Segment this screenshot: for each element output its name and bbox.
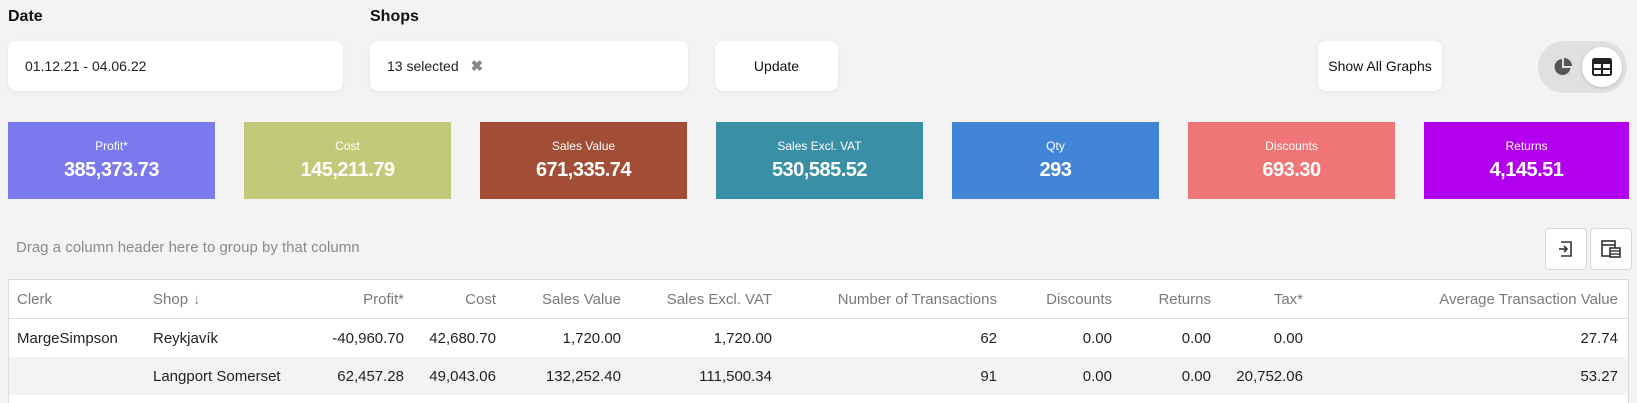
column-header-label: Returns bbox=[1158, 290, 1211, 308]
kpi-title: Qty bbox=[1046, 139, 1065, 153]
column-header-label: Number of Transactions bbox=[837, 290, 997, 308]
date-range-value: 01.12.21 - 04.06.22 bbox=[25, 58, 147, 74]
column-header-label: Average Transaction Value bbox=[1439, 290, 1618, 308]
kpi-discounts[interactable]: Discounts 693.30 bbox=[1188, 122, 1395, 199]
column-header-cost[interactable]: Cost bbox=[465, 280, 496, 318]
column-header-profit[interactable]: Profit* bbox=[363, 280, 404, 318]
kpi-title: Returns bbox=[1505, 139, 1548, 153]
cell-number-of-transactions: 62 bbox=[980, 329, 997, 347]
clear-shops-icon[interactable]: ✖ bbox=[471, 57, 484, 75]
kpi-title: Discounts bbox=[1265, 139, 1318, 153]
shops-label: Shops bbox=[370, 8, 419, 25]
column-header-label: Discounts bbox=[1046, 290, 1112, 308]
export-button[interactable] bbox=[1545, 228, 1587, 270]
column-header-label: Tax* bbox=[1273, 290, 1303, 308]
cell-shop: Langport Somerset bbox=[153, 367, 281, 385]
table-row[interactable]: MargeSimpson Reykjavík -40,960.70 42,680… bbox=[9, 319, 1628, 357]
cell-cost: 49,043.06 bbox=[429, 367, 496, 385]
table-row[interactable]: Langport Somerset 62,457.28 49,043.06 13… bbox=[9, 357, 1628, 395]
column-header-number-of-transactions[interactable]: Number of Transactions bbox=[838, 280, 997, 318]
kpi-profit[interactable]: Profit* 385,373.73 bbox=[8, 122, 215, 199]
column-header-returns[interactable]: Returns bbox=[1158, 280, 1211, 318]
kpi-sales-value[interactable]: Sales Value 671,335.74 bbox=[480, 122, 687, 199]
cell-profit: -40,960.70 bbox=[332, 329, 404, 347]
column-chooser-icon bbox=[1601, 240, 1621, 258]
column-header-label: Shop bbox=[153, 290, 189, 308]
update-button-label: Update bbox=[753, 58, 800, 74]
kpi-qty[interactable]: Qty 293 bbox=[952, 122, 1159, 199]
cell-sales-excl-vat: 1,720.00 bbox=[713, 329, 772, 347]
kpi-value: 530,585.52 bbox=[771, 159, 868, 181]
pie-chart-icon bbox=[1554, 58, 1572, 75]
kpi-value: 145,211.79 bbox=[300, 159, 396, 181]
kpi-cost[interactable]: Cost 145,211.79 bbox=[244, 122, 451, 199]
group-panel-hint[interactable]: Drag a column header here to group by th… bbox=[16, 239, 360, 256]
column-header-shop[interactable]: Shop ↓ bbox=[153, 280, 201, 318]
column-header-label: Sales Excl. VAT bbox=[666, 290, 772, 308]
kpi-value: 671,335.74 bbox=[535, 159, 632, 181]
cell-cost: 42,680.70 bbox=[429, 329, 496, 347]
cell-discounts: 0.00 bbox=[1082, 329, 1112, 347]
grid-header-row: Clerk Shop ↓ Profit* Cost Sales Value Sal… bbox=[9, 280, 1628, 319]
cell-returns: 0.00 bbox=[1181, 367, 1211, 385]
column-header-clerk[interactable]: Clerk bbox=[17, 280, 52, 318]
kpi-value: 385,373.73 bbox=[63, 159, 160, 181]
cell-average-transaction-value: 27.74 bbox=[1580, 329, 1618, 347]
kpi-returns[interactable]: Returns 4,145.51 bbox=[1424, 122, 1629, 199]
kpi-value: 293 bbox=[1039, 159, 1072, 181]
cell-shop: Reykjavík bbox=[153, 329, 219, 347]
show-all-graphs-label: Show All Graphs bbox=[1328, 58, 1432, 74]
cell-sales-excl-vat: 111,500.34 bbox=[699, 367, 772, 385]
cell-sales-value: 132,252.40 bbox=[545, 367, 621, 385]
kpi-title: Cost bbox=[335, 139, 360, 153]
cell-clerk: MargeSimpson bbox=[17, 329, 118, 347]
cell-tax: 20,752.06 bbox=[1236, 367, 1303, 385]
cell-tax: 0.00 bbox=[1273, 329, 1303, 347]
date-label: Date bbox=[8, 8, 43, 25]
column-header-average-transaction-value[interactable]: Average Transaction Value bbox=[1439, 280, 1618, 318]
column-header-tax[interactable]: Tax* bbox=[1274, 280, 1303, 318]
cell-discounts: 0.00 bbox=[1082, 367, 1112, 385]
column-chooser-button[interactable] bbox=[1590, 228, 1632, 270]
column-header-sales-excl-vat[interactable]: Sales Excl. VAT bbox=[667, 280, 772, 318]
date-range-field[interactable]: 01.12.21 - 04.06.22 bbox=[8, 41, 343, 91]
cell-profit: 62,457.28 bbox=[337, 367, 404, 385]
column-header-label: Clerk bbox=[17, 290, 53, 308]
update-button[interactable]: Update bbox=[715, 41, 838, 91]
column-header-sales-value[interactable]: Sales Value bbox=[542, 280, 621, 318]
export-icon bbox=[1559, 241, 1572, 257]
chart-view-option[interactable] bbox=[1543, 47, 1583, 87]
kpi-title: Sales Excl. VAT bbox=[777, 139, 862, 153]
column-header-label: Cost bbox=[465, 290, 496, 308]
kpi-title: Sales Value bbox=[551, 139, 616, 153]
column-header-label: Sales Value bbox=[542, 290, 621, 308]
data-grid: Clerk Shop ↓ Profit* Cost Sales Value Sal… bbox=[8, 279, 1629, 403]
table-view-option[interactable] bbox=[1582, 47, 1622, 87]
table-icon bbox=[1592, 58, 1612, 76]
column-header-label: Profit* bbox=[363, 290, 404, 308]
column-header-discounts[interactable]: Discounts bbox=[1046, 280, 1112, 318]
cell-sales-value: 1,720.00 bbox=[562, 329, 621, 347]
kpi-sales-excl-vat[interactable]: Sales Excl. VAT 530,585.52 bbox=[716, 122, 923, 199]
sort-descending-icon: ↓ bbox=[193, 290, 201, 308]
shops-selected-value: 13 selected bbox=[387, 58, 459, 74]
kpi-title: Profit* bbox=[95, 139, 128, 153]
cell-average-transaction-value: 53.27 bbox=[1580, 367, 1618, 385]
kpi-value: 693.30 bbox=[1262, 159, 1321, 181]
shops-select[interactable]: 13 selected ✖ bbox=[370, 41, 688, 91]
cell-number-of-transactions: 91 bbox=[980, 367, 997, 385]
cell-returns: 0.00 bbox=[1181, 329, 1211, 347]
kpi-value: 4,145.51 bbox=[1489, 159, 1564, 181]
view-toggle bbox=[1538, 41, 1627, 93]
show-all-graphs-button[interactable]: Show All Graphs bbox=[1318, 41, 1442, 91]
